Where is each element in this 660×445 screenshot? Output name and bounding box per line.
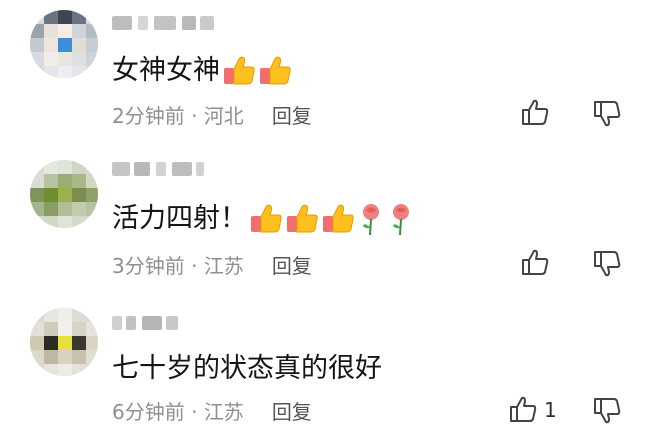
- like-button[interactable]: [520, 98, 556, 128]
- thumbs-down-outline-icon: [592, 248, 622, 278]
- comment-item: 七十岁的状态真的很好 6分钟前 · 江苏 回复 1: [0, 296, 660, 445]
- reply-button[interactable]: 回复: [272, 104, 312, 128]
- comment-actions: 1: [508, 395, 622, 429]
- comment-location: 河北: [203, 104, 244, 128]
- separator: ·: [184, 400, 204, 424]
- comment-meta: 2分钟前 · 河北 回复: [112, 103, 312, 129]
- rose-icon: [357, 202, 385, 236]
- comment-actions: [520, 248, 632, 282]
- comment-text: 活力四射！: [112, 202, 415, 236]
- reply-button[interactable]: 回复: [272, 400, 312, 424]
- comment-meta: 3分钟前 · 江苏 回复: [112, 253, 312, 279]
- like-button[interactable]: 1: [508, 395, 557, 425]
- comment-text: 女神女神: [112, 54, 292, 88]
- avatar[interactable]: [30, 160, 98, 228]
- comment-time: 6分钟前: [112, 400, 185, 424]
- thumbs-down-outline-icon: [592, 98, 622, 128]
- dislike-button[interactable]: [592, 248, 622, 278]
- dislike-button[interactable]: [592, 98, 622, 128]
- thumbs-up-icon: [249, 203, 283, 235]
- avatar[interactable]: [30, 308, 98, 376]
- thumbs-up-icon: [321, 203, 355, 235]
- comment-item: 女神女神 2分钟前 · 河北 回复: [0, 0, 660, 148]
- comment-time: 2分钟前: [112, 104, 185, 128]
- thumbs-up-outline-icon: [508, 395, 538, 425]
- comment-actions: [520, 98, 632, 132]
- like-button[interactable]: [520, 248, 556, 278]
- rose-icon: [387, 202, 415, 236]
- thumbs-up-icon: [222, 55, 256, 87]
- comment-item: 活力四射！ 3分钟前 · 江苏 回复: [0, 148, 660, 296]
- thumbs-up-icon: [258, 55, 292, 87]
- comment-time: 3分钟前: [112, 254, 185, 278]
- comment-location: 江苏: [203, 254, 244, 278]
- thumbs-up-icon: [285, 203, 319, 235]
- like-count: 1: [544, 398, 557, 422]
- reply-button[interactable]: 回复: [272, 254, 312, 278]
- separator: ·: [184, 254, 204, 278]
- comment-meta: 6分钟前 · 江苏 回复: [112, 399, 312, 425]
- separator: ·: [184, 104, 204, 128]
- thumbs-down-outline-icon: [592, 395, 622, 425]
- avatar[interactable]: [30, 10, 98, 78]
- comment-location: 江苏: [203, 400, 244, 424]
- comment-text: 七十岁的状态真的很好: [112, 353, 382, 384]
- thumbs-up-outline-icon: [520, 98, 550, 128]
- dislike-button[interactable]: [592, 395, 622, 425]
- thumbs-up-outline-icon: [520, 248, 550, 278]
